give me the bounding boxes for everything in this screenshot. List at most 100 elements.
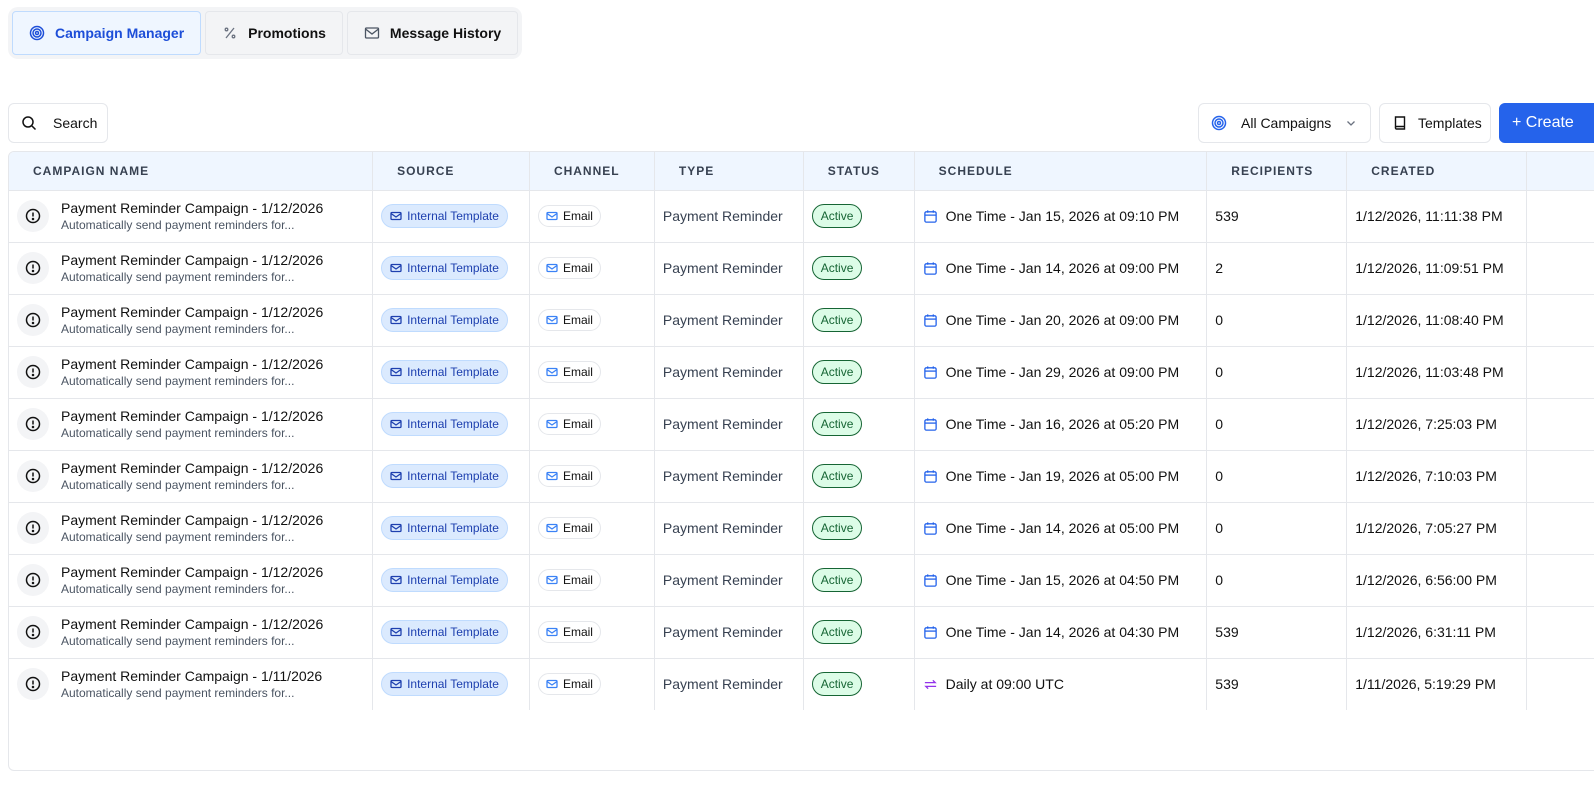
status-badge: Active	[811, 204, 863, 228]
column-header[interactable]: TYPE	[654, 152, 804, 191]
channel-label: Email	[562, 417, 593, 431]
campaign-name[interactable]: Payment Reminder Campaign - 1/12/2026	[61, 616, 323, 632]
column-header[interactable]: CHANNEL	[529, 152, 655, 191]
actions-cell	[1526, 242, 1594, 295]
campaign-type: Payment Reminder	[654, 450, 804, 503]
table-row[interactable]: Payment Reminder Campaign - 1/12/2026 Aut…	[9, 450, 1594, 503]
campaign-name[interactable]: Payment Reminder Campaign - 1/12/2026	[61, 252, 323, 268]
table-row[interactable]: Payment Reminder Campaign - 1/12/2026 Aut…	[9, 398, 1594, 451]
campaign-name[interactable]: Payment Reminder Campaign - 1/11/2026	[61, 668, 322, 684]
channel-label: Email	[562, 677, 593, 692]
source-badge: Internal Template	[381, 672, 508, 697]
percent-icon	[224, 27, 236, 39]
mail-icon	[364, 27, 380, 39]
campaign-type: Payment Reminder	[654, 398, 804, 451]
table-row[interactable]: Payment Reminder Campaign - 1/12/2026 Aut…	[9, 294, 1594, 347]
templates-button[interactable]: Templates	[1379, 103, 1491, 143]
channel-label: Email	[562, 365, 593, 379]
source-badge: Internal Template	[381, 620, 508, 644]
alert-circle-icon	[17, 304, 49, 336]
column-header[interactable]: CREATED	[1346, 152, 1528, 191]
campaign-name[interactable]: Payment Reminder Campaign - 1/12/2026	[61, 356, 323, 372]
table-row[interactable]: Payment Reminder Campaign - 1/12/2026 Aut…	[9, 554, 1594, 607]
campaign-name[interactable]: Payment Reminder Campaign - 1/12/2026	[61, 460, 323, 476]
table-row[interactable]: Payment Reminder Campaign - 1/12/2026 Aut…	[9, 346, 1594, 399]
mail-icon	[546, 575, 558, 585]
campaign-description: Automatically send payment reminders for…	[61, 218, 295, 232]
campaign-type: Payment Reminder	[654, 346, 804, 399]
table-row[interactable]: Payment Reminder Campaign - 1/12/2026 Aut…	[9, 190, 1594, 243]
channel-label: Email	[562, 313, 593, 327]
source-label: Internal Template	[407, 417, 499, 431]
campaign-description: Automatically send payment reminders for…	[61, 582, 295, 596]
status-badge: Active	[811, 516, 863, 540]
status-badge: Active	[811, 620, 863, 644]
campaign-name[interactable]: Payment Reminder Campaign - 1/12/2026	[61, 408, 323, 424]
created-date: 1/12/2026, 7:05:27 PM	[1346, 502, 1528, 555]
column-header[interactable]: SOURCE	[372, 152, 530, 191]
campaign-filter-select[interactable]: All Campaigns	[1198, 103, 1371, 143]
templates-label: Templates	[1418, 115, 1482, 131]
tab-campaign-manager[interactable]: Campaign Manager	[12, 11, 202, 55]
source-badge: Internal Template	[381, 256, 508, 280]
mail-icon	[546, 263, 558, 273]
table-row[interactable]: Payment Reminder Campaign - 1/12/2026 Aut…	[9, 242, 1594, 295]
status-badge: Active	[811, 256, 863, 280]
campaign-description: Automatically send payment reminders for…	[61, 634, 295, 648]
table-row[interactable]: Payment Reminder Campaign - 1/12/2026 Aut…	[9, 606, 1594, 659]
calendar-icon	[923, 365, 937, 379]
column-header[interactable]: RECIPIENTS	[1206, 152, 1348, 191]
campaign-type: Payment Reminder	[654, 190, 804, 243]
alert-circle-icon	[17, 512, 49, 544]
created-date: 1/12/2026, 7:10:03 PM	[1346, 450, 1528, 503]
mail-icon	[390, 211, 402, 221]
campaign-description: Automatically send payment reminders for…	[61, 686, 295, 701]
channel-badge: Email	[537, 569, 601, 591]
campaign-name[interactable]: Payment Reminder Campaign - 1/12/2026	[61, 512, 323, 528]
recipients-count: 0	[1206, 450, 1348, 503]
campaign-description: Automatically send payment reminders for…	[61, 322, 295, 336]
campaign-name[interactable]: Payment Reminder Campaign - 1/12/2026	[61, 200, 323, 216]
mail-icon	[546, 315, 558, 325]
schedule-text: One Time - Jan 29, 2026 at 09:00 PM	[945, 364, 1180, 380]
table-row[interactable]: Payment Reminder Campaign - 1/12/2026 Aut…	[9, 502, 1594, 555]
campaign-description: Automatically send payment reminders for…	[61, 530, 295, 544]
column-header[interactable]: STATUS	[803, 152, 915, 191]
target-icon	[1211, 115, 1227, 131]
alert-circle-icon	[17, 668, 49, 701]
created-date: 1/12/2026, 6:56:00 PM	[1346, 554, 1528, 607]
campaign-name[interactable]: Payment Reminder Campaign - 1/12/2026	[61, 564, 323, 580]
search-button[interactable]: Search	[8, 103, 108, 143]
table-row[interactable]: Payment Reminder Campaign - 1/11/2026 Aut…	[9, 658, 1594, 710]
channel-badge: Email	[537, 673, 601, 696]
alert-circle-icon	[17, 616, 49, 648]
book-icon	[1394, 116, 1406, 130]
tab-label: Campaign Manager	[55, 25, 185, 41]
created-date: 1/12/2026, 11:09:51 PM	[1346, 242, 1528, 295]
campaign-type: Payment Reminder	[654, 554, 804, 607]
mail-icon	[390, 523, 402, 533]
column-header[interactable]: SCHEDULE	[914, 152, 1208, 191]
campaign-table: CAMPAIGN NAME SOURCE CHANNEL TYPE STATUS SCHE…	[8, 151, 1594, 771]
source-label: Internal Template	[407, 365, 499, 379]
tab-promotions[interactable]: Promotions	[205, 11, 343, 55]
actions-cell	[1526, 346, 1594, 399]
recipients-count: 539	[1206, 190, 1348, 243]
source-label: Internal Template	[407, 625, 499, 639]
schedule-text: One Time - Jan 14, 2026 at 05:00 PM	[945, 520, 1180, 536]
alert-circle-icon	[17, 356, 49, 388]
search-icon	[22, 116, 37, 131]
campaign-name[interactable]: Payment Reminder Campaign - 1/12/2026	[61, 304, 323, 320]
created-date: 1/12/2026, 11:08:40 PM	[1346, 294, 1528, 347]
recipients-count: 0	[1206, 346, 1348, 399]
tab-message-history[interactable]: Message History	[346, 11, 519, 55]
calendar-icon	[923, 573, 937, 587]
column-header[interactable]: CAMPAIGN NAME	[9, 152, 374, 191]
campaign-type: Payment Reminder	[654, 242, 804, 295]
campaign-type: Payment Reminder	[654, 502, 804, 555]
create-button[interactable]: + Create	[1499, 103, 1594, 143]
status-badge: Active	[811, 308, 863, 332]
source-badge: Internal Template	[381, 568, 508, 592]
mail-icon	[390, 315, 402, 325]
mail-icon	[546, 523, 558, 533]
